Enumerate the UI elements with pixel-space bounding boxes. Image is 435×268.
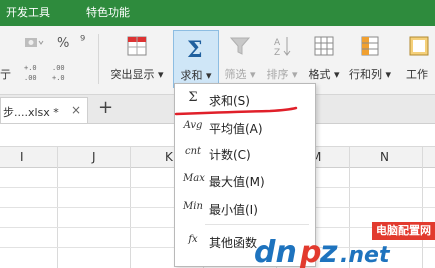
cnt-icon: cnt	[184, 146, 202, 157]
worksheet-icon	[408, 34, 430, 58]
menu-item-average[interactable]: Avg 平均值(A)	[175, 114, 313, 140]
decrease-decimal-icon[interactable]: .00 +.0	[52, 62, 70, 84]
rows-columns-icon	[359, 34, 381, 58]
document-tab[interactable]: 步....xlsx * ×	[0, 97, 88, 123]
separator	[98, 34, 99, 84]
column-header[interactable]: N	[380, 150, 389, 164]
column-header[interactable]: I	[20, 150, 24, 164]
increase-decimal-icon[interactable]: +.0.00	[24, 62, 42, 84]
menu-item-count[interactable]: cnt 计数(C)	[175, 140, 313, 166]
sigma-icon: Σ	[188, 90, 198, 105]
highlight-button[interactable]: 突出显示 ▾	[104, 26, 170, 88]
svg-text:Z: Z	[274, 48, 280, 58]
filter-icon	[229, 34, 251, 58]
menu-item-label: 最大值(M)	[209, 175, 265, 189]
rows-columns-label: 行和列 ▾	[348, 68, 392, 81]
menu-item-label: 计数(C)	[209, 148, 251, 162]
svg-text:.00: .00	[52, 64, 65, 72]
column-header[interactable]: K	[165, 150, 173, 164]
highlight-icon	[126, 34, 148, 58]
avg-icon: Avg	[183, 120, 203, 131]
rows-columns-button[interactable]: 行和列 ▾	[345, 26, 395, 88]
max-icon: Max	[183, 173, 205, 184]
cut-off-label: 亍	[0, 68, 11, 81]
svg-text:+.0: +.0	[24, 64, 37, 72]
menu-item-label: 最小值(I)	[209, 203, 258, 217]
menu-item-max[interactable]: Max 最大值(M)	[175, 167, 313, 193]
watermark-logo: 电脑配置网 dn p z .net	[252, 222, 435, 268]
menu-item-sum[interactable]: Σ 求和(S)	[175, 86, 313, 112]
svg-text:+.0: +.0	[52, 74, 65, 82]
format-label: 格式 ▾	[308, 68, 340, 81]
currency-format-icon[interactable]	[24, 36, 44, 50]
percent-format-button[interactable]: %	[57, 36, 69, 51]
format-icon	[313, 34, 335, 58]
tab-developer-tools[interactable]: 开发工具	[6, 6, 50, 20]
sigma-icon: Σ	[185, 37, 207, 63]
filter-label: 筛选 ▾	[224, 68, 256, 81]
close-tab-icon[interactable]: ×	[71, 103, 81, 117]
worksheet-label: 工作	[406, 68, 428, 81]
thousands-format-button[interactable]: ⁹	[80, 34, 85, 49]
menu-item-label: 求和(S)	[209, 94, 250, 108]
menu-item-label: 其他函数	[209, 236, 258, 250]
svg-text:p: p	[299, 235, 321, 268]
menu-item-min[interactable]: Min 最小值(I)	[175, 195, 313, 221]
document-tab-name: 步....xlsx *	[3, 106, 59, 119]
svg-text:dn: dn	[254, 235, 297, 268]
fx-icon: fx	[188, 234, 198, 245]
sort-button[interactable]: AZ 排序 ▾	[262, 26, 302, 88]
min-icon: Min	[183, 201, 203, 212]
menu-item-label: 平均值(A)	[209, 122, 263, 136]
format-button[interactable]: 格式 ▾	[306, 26, 342, 88]
sort-label: 排序 ▾	[266, 68, 298, 81]
watermark-text-graphic: dn p z .net	[254, 235, 391, 268]
svg-text:.net: .net	[340, 243, 391, 268]
tab-special-features[interactable]: 特色功能	[86, 6, 130, 20]
highlight-label: 突出显示 ▾	[110, 68, 164, 81]
autosum-label: 求和 ▾	[180, 69, 212, 82]
svg-text:A: A	[274, 38, 281, 48]
svg-text:.00: .00	[24, 74, 37, 82]
column-header[interactable]: J	[92, 150, 96, 164]
sort-az-icon: AZ	[271, 34, 293, 58]
svg-text:Σ: Σ	[187, 37, 203, 61]
new-tab-button[interactable]: +	[98, 97, 113, 118]
ribbon-tab-bar: 开发工具 特色功能	[0, 0, 435, 26]
svg-text:z: z	[319, 235, 338, 268]
worksheet-button[interactable]: 工作	[404, 26, 435, 88]
filter-button[interactable]: 筛选 ▾	[220, 26, 260, 88]
autosum-button[interactable]: Σ 求和 ▾	[173, 30, 219, 88]
